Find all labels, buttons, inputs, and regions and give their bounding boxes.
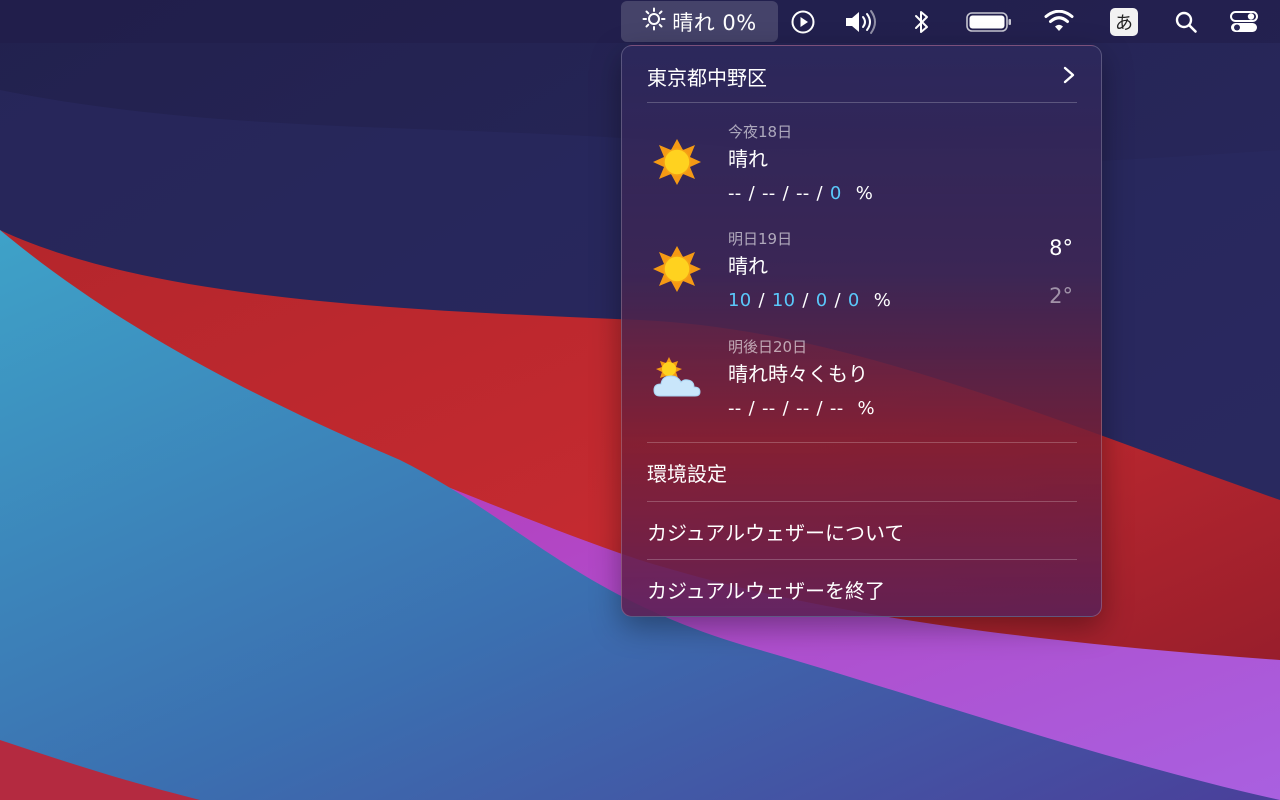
precip-value: 0 [847, 290, 860, 311]
precip-value: -- [761, 398, 776, 419]
preferences-menu-item[interactable]: 環境設定 [622, 446, 1101, 498]
input-method-icon[interactable]: あ [1110, 0, 1138, 43]
about-menu-item[interactable]: カジュアルウェザーについて [622, 505, 1101, 557]
forecast-date: 今夜18日 [728, 123, 793, 141]
separator [647, 102, 1077, 103]
forecast-condition: 晴れ時々くもり [728, 362, 868, 386]
quit-menu-item[interactable]: カジュアルウェザーを終了 [622, 563, 1101, 615]
precip-value: 0 [815, 290, 828, 311]
menu-item-label: カジュアルウェザーについて [647, 521, 905, 545]
sun-icon [642, 7, 666, 36]
forecast-condition: 晴れ [728, 254, 768, 278]
play-icon[interactable] [788, 0, 818, 43]
weather-dropdown-panel: 東京都中野区 今夜18日 晴れ -- / -- / --/0 % 明日19日 晴… [621, 45, 1102, 617]
precip-value: -- [795, 183, 810, 204]
sun-icon [652, 137, 702, 187]
bluetooth-icon[interactable] [910, 0, 934, 43]
forecast-row-day-after: 明後日20日 晴れ時々くもり -- / -- / -- / -- % [622, 336, 1101, 442]
precip-probabilities: -- / -- / --/0 % [728, 183, 874, 204]
precip-value: -- [829, 398, 844, 419]
precip-value: 0 [829, 183, 842, 204]
weather-status-item[interactable]: 晴れ 0% [621, 1, 778, 42]
high-temp: 8° [1049, 236, 1073, 260]
separator [647, 442, 1077, 443]
precip-value: -- [761, 183, 776, 204]
sun-icon [652, 244, 702, 294]
separator [647, 501, 1077, 502]
precip-unit: % [855, 183, 874, 204]
precip-value: -- [728, 398, 742, 419]
partly-cloudy-icon [652, 352, 702, 402]
forecast-condition: 晴れ [728, 147, 768, 171]
precip-probabilities: 10/10/0/0 % [728, 290, 892, 311]
input-method-label: あ [1110, 7, 1138, 36]
low-temp: 2° [1049, 284, 1073, 308]
forecast-row-tomorrow: 明日19日 晴れ 10/10/0/0 % 8° 2° [622, 228, 1101, 334]
volume-icon[interactable] [842, 0, 882, 43]
menu-item-label: カジュアルウェザーを終了 [647, 579, 885, 603]
menu-bar: 晴れ 0% あ [0, 0, 1280, 43]
precip-probabilities: -- / -- / -- / -- % [728, 398, 875, 419]
forecast-date: 明後日20日 [728, 338, 808, 356]
battery-icon[interactable] [965, 0, 1013, 43]
precip-value: -- [728, 183, 742, 204]
precip-value: -- [795, 398, 810, 419]
chevron-right-icon [1062, 66, 1076, 88]
precip-value: 10 [728, 290, 752, 311]
separator [647, 559, 1077, 560]
menu-item-label: 環境設定 [647, 462, 727, 486]
weather-status-label: 晴れ 0% [672, 10, 757, 35]
search-icon[interactable] [1172, 0, 1200, 43]
location-label: 東京都中野区 [647, 66, 767, 90]
forecast-date: 明日19日 [728, 230, 793, 248]
control-center-icon[interactable] [1228, 0, 1260, 43]
precip-value: 10 [771, 290, 796, 311]
precip-unit: % [857, 398, 875, 419]
wifi-icon[interactable] [1042, 0, 1076, 43]
forecast-row-tonight: 今夜18日 晴れ -- / -- / --/0 % [622, 121, 1101, 227]
precip-unit: % [873, 290, 892, 311]
location-row[interactable]: 東京都中野区 [622, 46, 1101, 102]
